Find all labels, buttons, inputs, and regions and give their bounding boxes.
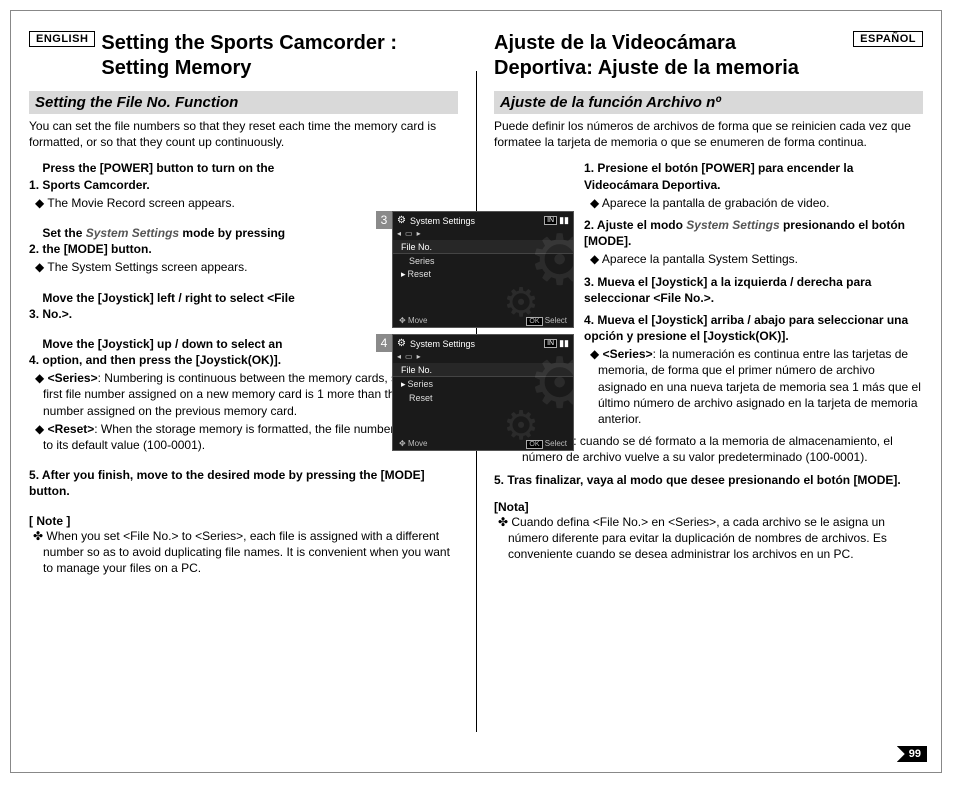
note-body-en: When you set <File No.> to <Series>, eac… [29, 528, 458, 577]
shot-number-3: 3 [376, 211, 392, 229]
step5-title: After you finish, move to the desired mo… [29, 468, 425, 498]
step2-title: Set the System Settings mode by pressing… [42, 225, 302, 257]
lang-badge-es: ESPAÑOL [853, 31, 923, 47]
subhead-en: Setting the File No. Function [29, 91, 458, 114]
folder-icon: ▭ [405, 352, 413, 361]
note-head-en: [ Note ] [29, 514, 458, 528]
select-hint: OK Select [526, 316, 567, 325]
es-step3-title: Mueva el [Joystick] a la izquierda / der… [584, 275, 871, 305]
step2-sub: The System Settings screen appears. [29, 259, 303, 275]
subhead-es: Ajuste de la función Archivo nº [494, 91, 923, 114]
es-step2-sub: Aparece la pantalla System Settings. [584, 251, 923, 267]
folder-icon: ▭ [405, 229, 413, 238]
note-head-es: [Nota] [494, 500, 923, 514]
step3-title: Move the [Joystick] left / right to sele… [42, 290, 302, 322]
step1-sub: The Movie Record screen appears. [29, 195, 303, 211]
shot-title: System Settings [410, 216, 475, 226]
step4-title: Move the [Joystick] up / down to select … [42, 336, 302, 368]
select-hint: OK Select [526, 439, 567, 448]
nav-left-icon: ◂ [397, 229, 401, 238]
move-hint: ✥ Move [399, 316, 428, 325]
nav-left-icon: ◂ [397, 352, 401, 361]
es-step5-title: Tras finalizar, vaya al modo que desee p… [507, 473, 900, 487]
shot-number-4: 4 [376, 334, 392, 352]
shot-title: System Settings [410, 339, 475, 349]
note-body-es: Cuando defina <File No.> en <Series>, a … [494, 514, 923, 563]
gear-bg-icon: ⚙ [528, 236, 574, 285]
ui-screenshots: 3 ⚙ ⚙ ⚙ System Settings IN ▮▮ ◂▭▸ File N… [376, 211, 576, 451]
es-step1-sub: Aparece la pantalla de grabación de vide… [584, 195, 923, 211]
intro-es: Puede definir los números de archivos de… [494, 118, 923, 150]
nav-right-icon: ▸ [417, 229, 421, 238]
move-hint: ✥ Move [399, 439, 428, 448]
gear-icon: ⚙ [397, 338, 406, 349]
screenshot-4: ⚙ ⚙ ⚙ System Settings IN ▮▮ ◂▭▸ File No.… [392, 334, 574, 451]
title-en: Setting the Sports Camcorder : Setting M… [101, 31, 458, 81]
es-step2-title: Ajuste el modo System Settings presionan… [584, 218, 905, 248]
title-es: Ajuste de la Videocámara Deportiva: Ajus… [494, 31, 824, 81]
intro-en: You can set the file numbers so that the… [29, 118, 458, 150]
es-step4-title: Mueva el [Joystick] arriba / abajo para … [584, 313, 908, 343]
manual-page: ENGLISH Setting the Sports Camcorder : S… [10, 10, 942, 773]
es-step4-sub-a: <Series>: la numeración es continua entr… [584, 346, 923, 427]
screenshot-3: ⚙ ⚙ ⚙ System Settings IN ▮▮ ◂▭▸ File No.… [392, 211, 574, 328]
steps-es: Presione el botón [POWER] para encender … [584, 160, 923, 427]
lang-badge-en: ENGLISH [29, 31, 95, 47]
es-step1-title: Presione el botón [POWER] para encender … [584, 161, 853, 191]
nav-right-icon: ▸ [417, 352, 421, 361]
step1-title: Press the [POWER] button to turn on the … [42, 160, 302, 192]
gear-icon: ⚙ [397, 215, 406, 226]
gear-bg-icon: ⚙ [528, 359, 574, 408]
